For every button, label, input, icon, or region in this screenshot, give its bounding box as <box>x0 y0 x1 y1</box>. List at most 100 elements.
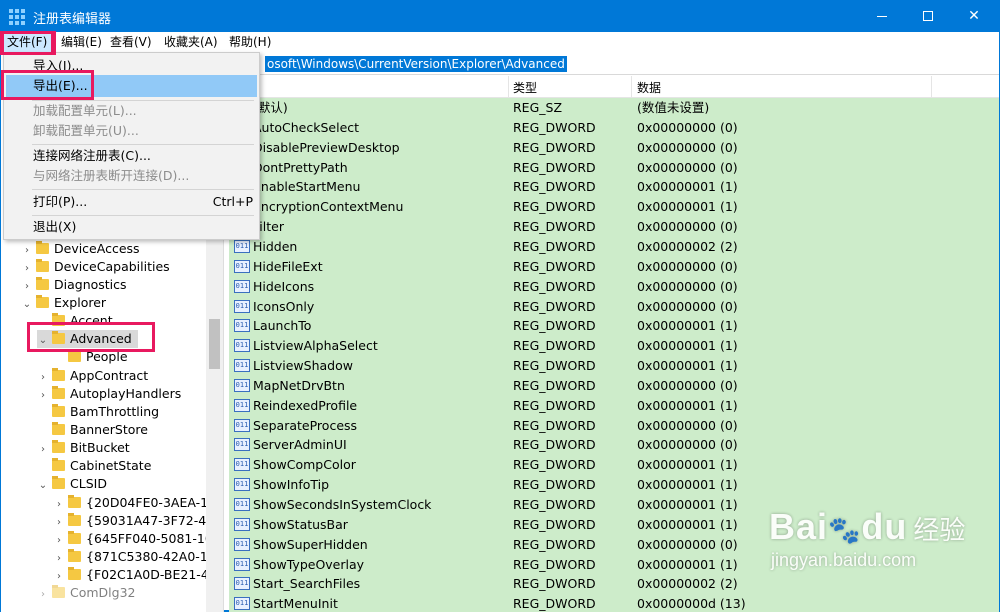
column-data-header[interactable]: 数据 <box>637 79 661 96</box>
menu-connect-network[interactable]: 连接网络注册表(C)... <box>6 145 257 167</box>
binary-value-icon: 011 <box>234 458 250 472</box>
column-divider[interactable] <box>631 76 632 98</box>
value-data: 0x00000001 (1) <box>637 179 738 195</box>
tree-item-clsid-3[interactable]: › {645FF040-5081-10 <box>53 530 213 548</box>
list-row[interactable]: 011 ListviewShadow REG_DWORD 0x00000001 (1) <box>229 356 999 376</box>
column-type-header[interactable]: 类型 <box>513 79 537 96</box>
tree-item-comdlg32[interactable]: › ComDlg32 <box>37 584 136 602</box>
close-button[interactable]: ✕ <box>951 1 997 32</box>
list-row[interactable]: 011 ShowCompColor REG_DWORD 0x00000001 (1) <box>229 455 999 475</box>
folder-icon <box>52 476 65 489</box>
list-row[interactable]: 011 SeparateProcess REG_DWORD 0x00000000 (0… <box>229 416 999 436</box>
list-row[interactable]: 011 ShowInfoTip REG_DWORD 0x00000001 (1) <box>229 475 999 495</box>
binary-value-icon: 011 <box>234 517 250 531</box>
value-data: 0x00000000 (0) <box>637 139 738 155</box>
menu-exit[interactable]: 退出(X) <box>6 216 257 238</box>
chevron-right-icon[interactable]: › <box>37 586 49 604</box>
list-row[interactable]: 011 StartMenuInit REG_DWORD 0x0000000d (13) <box>229 594 999 612</box>
value-type: REG_DWORD <box>513 159 596 175</box>
value-data: 0x00000001 (1) <box>637 556 738 572</box>
value-name: ServerAdminUI <box>253 437 347 453</box>
list-row[interactable]: 011 Start_SearchFiles REG_DWORD 0x00000002 … <box>229 574 999 594</box>
tree-item-cabinetstate[interactable]: CabinetState <box>37 457 151 475</box>
value-name: ShowSecondsInSystemClock <box>253 497 432 512</box>
tree-item-clsid-2[interactable]: › {59031A47-3F72-44 <box>53 512 214 530</box>
list-row[interactable]: 011EncryptionContextMenuREG_DWORD0x00000… <box>229 197 999 217</box>
value-type: REG_DWORD <box>513 298 596 314</box>
value-data: 0x00000000 (0) <box>637 278 738 294</box>
value-type: REG_DWORD <box>513 576 596 592</box>
maximize-button[interactable] <box>905 1 951 32</box>
tree-item-deviceaccess[interactable]: › DeviceAccess <box>21 240 140 258</box>
menu-view[interactable]: 查看(V) <box>106 34 156 52</box>
list-row[interactable]: 011 LaunchTo REG_DWORD 0x00000001 (1) <box>229 316 999 336</box>
list-row[interactable]: 011 IconsOnly REG_DWORD 0x00000000 (0) <box>229 297 999 317</box>
tree-item-diagnostics[interactable]: › Diagnostics <box>21 276 127 294</box>
value-data: 0x00000000 (0) <box>637 258 738 274</box>
list-row[interactable]: 011AutoCheckSelectREG_DWORD0x00000000 (0… <box>229 118 999 138</box>
value-type: REG_DWORD <box>513 258 596 274</box>
tree-item-clsid-5[interactable]: › {F02C1A0D-BE21-4 <box>53 566 209 584</box>
tree-item-appcontract[interactable]: › AppContract <box>37 367 148 385</box>
list-row[interactable]: 011 Hidden REG_DWORD 0x00000002 (2) <box>229 237 999 257</box>
column-name-header[interactable]: 名称 <box>257 79 281 96</box>
value-data: 0x00000002 (2) <box>637 238 738 254</box>
tree-item-explorer[interactable]: ⌄ Explorer <box>21 294 106 312</box>
baidu-jingyan-watermark: Bai🐾du 经验 jingyan.baidu.com <box>769 506 965 570</box>
list-row[interactable]: 011 HideFileExt REG_DWORD 0x00000000 (0) <box>229 257 999 277</box>
list-row[interactable]: 011DontPrettyPathREG_DWORD0x00000000 (0) <box>229 158 999 178</box>
binary-value-icon: 011 <box>234 498 250 511</box>
regedit-app-icon <box>9 9 25 25</box>
tree-item-bitbucket[interactable]: › BitBucket <box>37 439 130 457</box>
binary-value-icon: 011 <box>234 418 250 432</box>
menu-favorites[interactable]: 收藏夹(A) <box>160 34 222 52</box>
tree-item-bamthrottling[interactable]: BamThrottling <box>37 403 159 421</box>
list-row[interactable]: 011FilterREG_DWORD0x00000000 (0) <box>229 217 999 237</box>
menu-print-label: 打印(P)... <box>33 194 88 209</box>
address-path[interactable]: osoft\Windows\CurrentVersion\Explorer\Ad… <box>265 56 567 72</box>
value-data: 0x00000002 (2) <box>637 576 738 592</box>
tree-item-label: CLSID <box>70 476 107 491</box>
list-row[interactable]: 011EnableStartMenuREG_DWORD0x00000001 (1… <box>229 177 999 197</box>
list-row[interactable]: 011 MapNetDrvBtn REG_DWORD 0x00000000 (0) <box>229 376 999 396</box>
value-name: HideFileExt <box>253 258 323 274</box>
tree-item-bannerstore[interactable]: BannerStore <box>37 421 148 439</box>
value-name: Start_SearchFiles <box>253 576 361 592</box>
value-type: REG_DWORD <box>513 338 596 354</box>
value-data: 0x00000000 (0) <box>637 437 738 453</box>
tree-scrollbar-thumb[interactable] <box>209 319 220 369</box>
list-row[interactable]: 011DisablePreviewDesktopREG_DWORD0x00000… <box>229 138 999 158</box>
tree-item-clsid-1[interactable]: › {20D04FE0-3AEA-1 <box>53 494 208 512</box>
binary-value-icon: 011 <box>234 398 250 412</box>
list-row[interactable]: 011 ServerAdminUI REG_DWORD 0x00000000 (0) <box>229 435 999 455</box>
menu-edit[interactable]: 编辑(E) <box>57 34 106 52</box>
chevron-down-icon[interactable]: ⌄ <box>21 296 33 314</box>
tree-item-autoplayhandlers[interactable]: › AutoplayHandlers <box>37 385 181 403</box>
tree-item-label: {20D04FE0-3AEA-1 <box>86 495 209 510</box>
binary-value-icon: 011 <box>234 339 250 353</box>
folder-icon <box>36 277 49 290</box>
column-divider[interactable] <box>508 76 509 98</box>
value-name: ShowTypeOverlay <box>253 556 365 572</box>
chevron-down-icon[interactable]: ⌄ <box>37 477 49 495</box>
list-row[interactable]: 011 ReindexedProfile REG_DWORD 0x00000001 (… <box>229 396 999 416</box>
value-data: 0x00000001 (1) <box>637 318 738 334</box>
tree-item-clsid[interactable]: ⌄ CLSID <box>37 475 107 493</box>
menu-help[interactable]: 帮助(H) <box>225 34 275 52</box>
menu-print[interactable]: 打印(P)... Ctrl+P <box>6 191 257 213</box>
list-row[interactable]: 011 ListviewAlphaSelect REG_DWORD 0x0000000… <box>229 336 999 356</box>
tree-item-devicecapabilities[interactable]: › DeviceCapabilities <box>21 258 170 276</box>
tree-item-label: AppContract <box>70 368 149 383</box>
list-row[interactable]: ab(默认)REG_SZ(数值未设置) <box>229 98 999 118</box>
tree-item-clsid-4[interactable]: › {871C5380-42A0-1 <box>53 548 208 566</box>
value-type: REG_DWORD <box>513 397 596 413</box>
column-divider[interactable] <box>931 76 932 98</box>
minimize-button[interactable] <box>859 1 905 32</box>
tree-item-label: BannerStore <box>70 422 148 437</box>
list-row[interactable]: 011 HideIcons REG_DWORD 0x00000000 (0) <box>229 277 999 297</box>
folder-icon <box>52 386 65 399</box>
folder-icon <box>36 259 49 272</box>
close-icon: ✕ <box>968 8 980 24</box>
value-type: REG_DWORD <box>513 536 596 552</box>
value-data: 0x0000000d (13) <box>637 596 746 612</box>
